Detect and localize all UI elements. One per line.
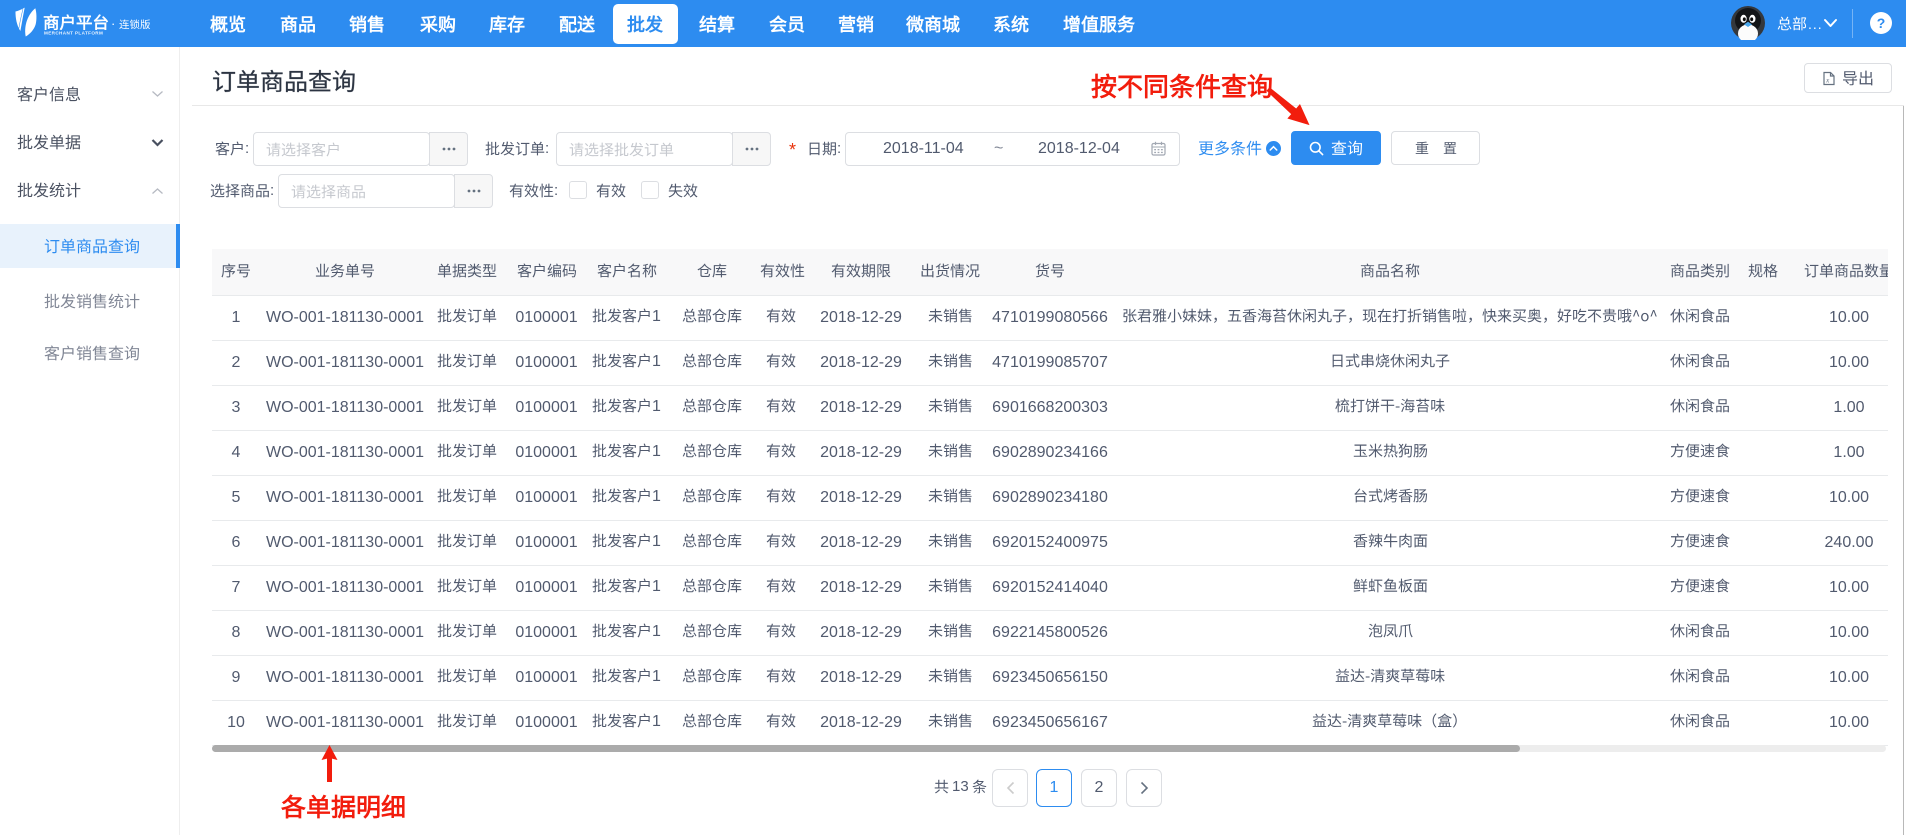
svg-text:x: x — [1825, 75, 1830, 84]
